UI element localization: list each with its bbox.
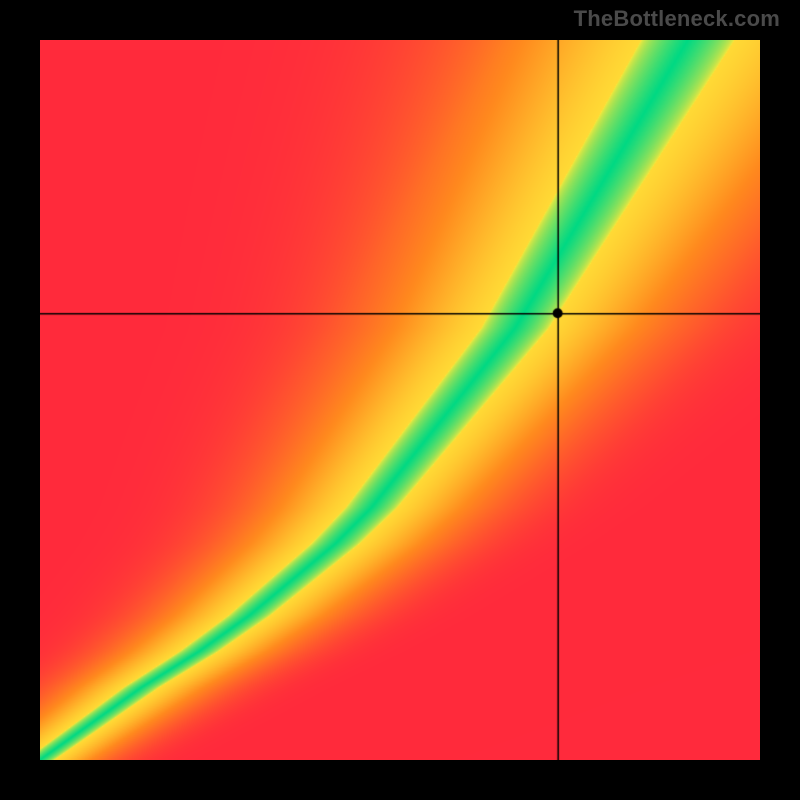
watermark: TheBottleneck.com	[574, 6, 780, 32]
bottleneck-heatmap	[40, 40, 760, 760]
chart-frame: TheBottleneck.com	[0, 0, 800, 800]
